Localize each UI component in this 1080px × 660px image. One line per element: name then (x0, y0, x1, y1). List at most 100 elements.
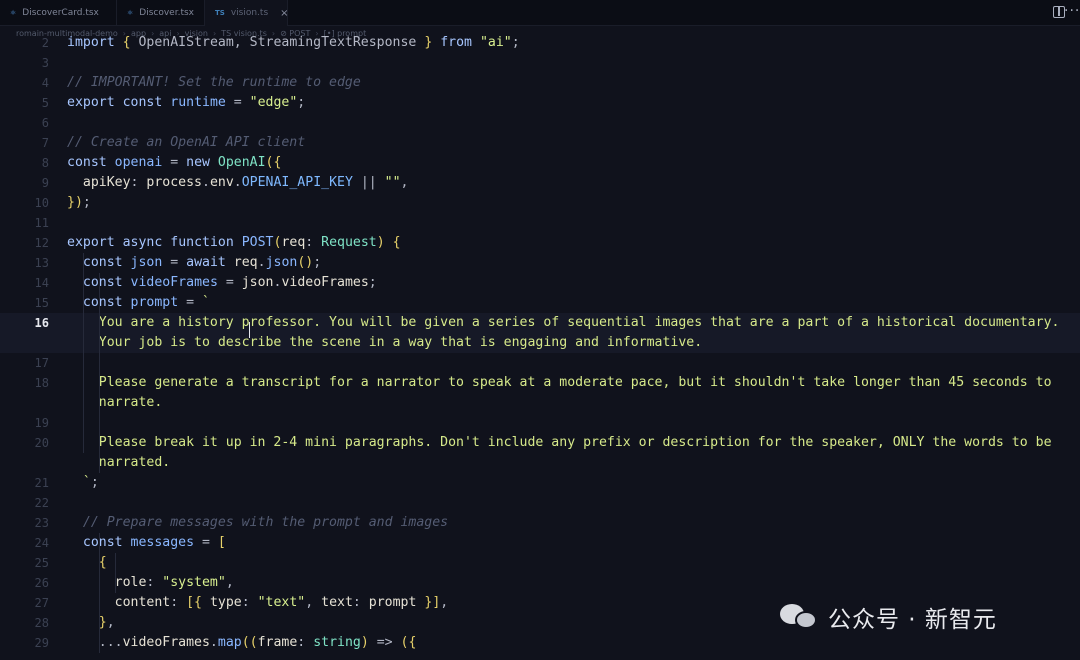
code-line[interactable]: 21 `; (0, 473, 1080, 493)
code-token: [{ (186, 595, 202, 610)
tab-discover[interactable]: ⚛ Discover.tsx (117, 0, 205, 26)
code-line[interactable]: 26 role: "system", (0, 573, 1080, 593)
code-token: json (265, 255, 298, 270)
code-token: runtime (170, 95, 226, 110)
code-token: = (162, 155, 187, 170)
indent-guide (83, 253, 84, 453)
line-number: 16 (34, 316, 49, 330)
code-token: from (440, 35, 472, 50)
code-token: const (82, 535, 123, 550)
tab-label: vision.ts (230, 8, 269, 18)
code-line[interactable]: 8 const openai = new OpenAI({ (0, 153, 1080, 173)
code-line[interactable]: 19 (0, 413, 1080, 433)
code-text: narrated. (67, 453, 170, 473)
code-token: messages (130, 535, 195, 550)
more-actions-icon[interactable]: ··· (1064, 3, 1080, 19)
code-line[interactable]: 9 apiKey: process.env.OPENAI_API_KEY || … (0, 173, 1080, 193)
code-token: ; (313, 255, 322, 270)
line-number: 19 (34, 416, 49, 430)
code-token: : (146, 575, 163, 590)
code-token: Your job is to describe the scene in a w… (67, 335, 703, 350)
code-text: import { OpenAIStream, StreamingTextResp… (67, 33, 520, 53)
code-text: `; (67, 473, 99, 493)
code-line[interactable]: 11 (0, 213, 1080, 233)
code-line[interactable]: 13 const json = await req.json(); (0, 253, 1080, 273)
code-line[interactable]: 12 export async function POST(req: Reques… (0, 233, 1080, 253)
close-icon[interactable]: × (280, 8, 288, 19)
code-token: (( (241, 635, 258, 650)
code-token: = (162, 255, 187, 270)
code-token: map (217, 635, 242, 650)
code-line[interactable]: 15 const prompt = ` (0, 293, 1080, 313)
code-token: "system" (162, 575, 226, 590)
code-token: , (106, 615, 115, 630)
line-number: 17 (34, 356, 49, 370)
code-token: { (392, 235, 401, 250)
line-number: 23 (34, 516, 49, 530)
code-token: apiKey (82, 175, 131, 190)
code-token: import (67, 35, 115, 50)
code-token: const (67, 155, 107, 170)
code-token: . (209, 635, 218, 650)
code-line[interactable]: 20 Please break it up in 2-4 mini paragr… (0, 433, 1080, 453)
code-line[interactable]: 7 // Create an OpenAI API client (0, 133, 1080, 153)
code-text: // Prepare messages with the prompt and … (67, 513, 448, 533)
react-file-icon: ⚛ (127, 9, 134, 17)
code-token: json (241, 275, 274, 290)
code-token: = (217, 275, 242, 290)
code-token: OpenAIStream, StreamingTextResponse (130, 35, 425, 50)
code-text: const prompt = ` (67, 293, 210, 313)
code-text: You are a history professor. You will be… (67, 313, 1060, 333)
code-line[interactable]: 22 (0, 493, 1080, 513)
tab-discovercard[interactable]: ⚛ DiscoverCard.tsx (0, 0, 117, 26)
code-token: = (178, 295, 203, 310)
code-line[interactable]: narrated. (0, 453, 1080, 473)
code-line[interactable]: 14 const videoFrames = json.videoFrames; (0, 273, 1080, 293)
code-line[interactable]: 2 import { OpenAIStream, StreamingTextRes… (0, 33, 1080, 53)
line-number: 22 (34, 496, 49, 510)
code-token: ; (511, 35, 520, 50)
wechat-icon (780, 602, 820, 632)
indent-guide (99, 273, 100, 473)
code-token: => (368, 635, 401, 650)
line-number: 7 (41, 136, 49, 150)
code-line[interactable]: 10}); (0, 193, 1080, 213)
code-text: const messages = [ (67, 533, 226, 553)
code-line[interactable]: 24 const messages = [ (0, 533, 1080, 553)
code-line[interactable]: 4 // IMPORTANT! Set the runtime to edge (0, 73, 1080, 93)
line-number: 6 (41, 116, 49, 130)
code-line[interactable]: 6 (0, 113, 1080, 133)
code-token: . (202, 175, 210, 190)
code-token: prompt (368, 595, 417, 610)
code-line[interactable]: 25 { (0, 553, 1080, 573)
code-token: OpenAI (217, 155, 266, 170)
code-text: Please generate a transcript for a narra… (67, 373, 1052, 393)
code-token: : (305, 235, 322, 250)
code-line[interactable]: 17 (0, 353, 1080, 373)
code-token: req (281, 235, 306, 250)
code-line[interactable]: 18 Please generate a transcript for a na… (0, 373, 1080, 393)
code-line[interactable]: 5 export const runtime = "edge"; (0, 93, 1080, 113)
code-line[interactable]: 16 You are a history professor. You will… (0, 313, 1080, 333)
code-line[interactable]: 23 // Prepare messages with the prompt a… (0, 513, 1080, 533)
code-line[interactable]: Your job is to describe the scene in a w… (0, 333, 1080, 353)
tab-vision-ts[interactable]: TS vision.ts × (205, 0, 289, 26)
code-editor[interactable]: 2 import { OpenAIStream, StreamingTextRes… (0, 33, 1080, 660)
code-token: OPENAI_API_KEY (241, 175, 353, 190)
code-token: req (233, 255, 258, 270)
code-token: narrate. (67, 395, 163, 410)
code-token: ... (67, 635, 123, 650)
code-token: process (146, 175, 202, 190)
code-line[interactable]: 3 (0, 53, 1080, 73)
code-line[interactable]: narrate. (0, 393, 1080, 413)
